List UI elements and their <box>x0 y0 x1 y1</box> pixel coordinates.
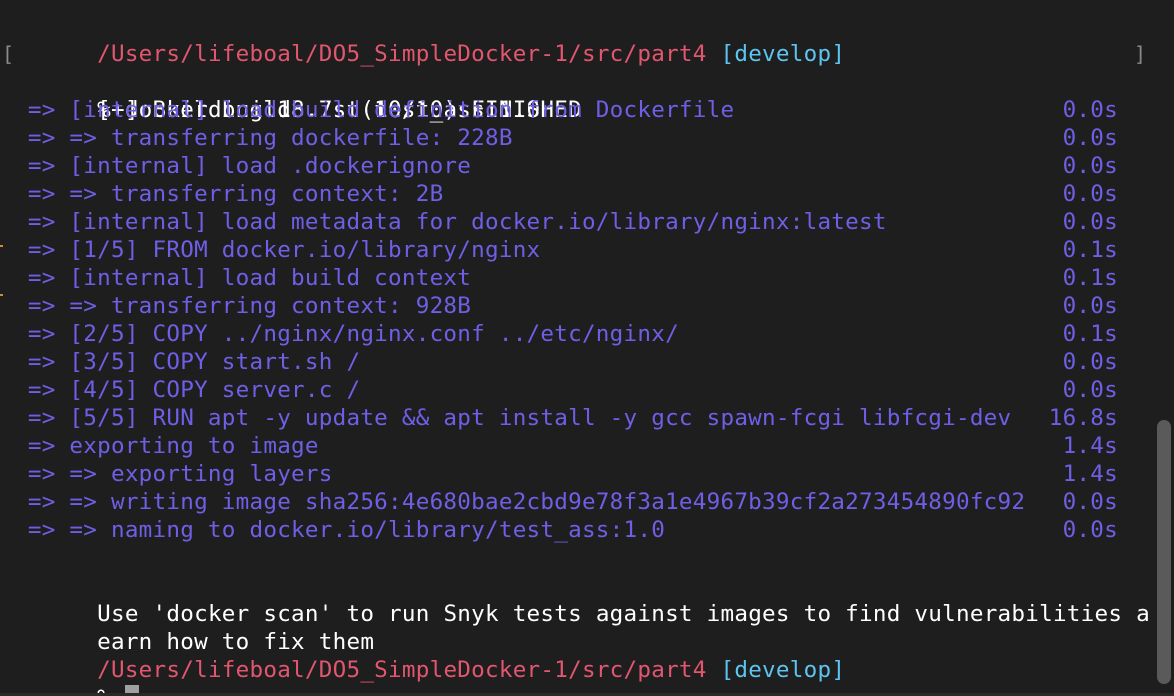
build-step-row: => => exporting layers 1.4s <box>14 460 1144 488</box>
build-step-row: => [3/5] COPY start.sh / 0.0s <box>14 348 1144 376</box>
left-edge-marker <box>0 245 3 247</box>
build-step-time: 16.8s <box>1048 405 1118 431</box>
build-step-time: 0.0s <box>1062 489 1118 515</box>
prompt-line: /Users/lifeboal/DO5_SimpleDocker-1/src/p… <box>14 12 1144 67</box>
build-step-time: 0.0s <box>1062 293 1118 319</box>
build-step-time: 0.0s <box>1062 153 1118 179</box>
build-step-text: => [internal] load build context <box>14 265 472 291</box>
terminal-window[interactable]: /Users/lifeboal/DO5_SimpleDocker-1/src/p… <box>0 0 1174 696</box>
build-step-row: => [4/5] COPY server.c / 0.0s <box>14 376 1144 404</box>
build-step-text: => [4/5] COPY server.c / <box>14 377 361 403</box>
terminal-output: /Users/lifeboal/DO5_SimpleDocker-1/src/p… <box>2 12 1174 696</box>
build-step-row: => => transferring dockerfile: 228B 0.0s <box>14 124 1144 152</box>
build-step-time: 1.4s <box>1062 433 1118 459</box>
build-step-time: 0.0s <box>1062 97 1118 123</box>
prompt-line: /Users/lifeboal/DO5_SimpleDocker-1/src/p… <box>14 628 1144 683</box>
build-step-row: => => transferring context: 2B 0.0s <box>14 180 1144 208</box>
build-step-time: 0.0s <box>1062 517 1118 543</box>
build-step-row: => => naming to docker.io/library/test_a… <box>14 516 1144 544</box>
build-step-row: => [internal] load metadata for docker.i… <box>14 208 1144 236</box>
build-steps-list: => [internal] load build definition from… <box>14 96 1144 544</box>
build-step-text: => [1/5] FROM docker.io/library/nginx <box>14 237 541 263</box>
left-edge-marker <box>0 294 3 296</box>
build-step-text: => => naming to docker.io/library/test_a… <box>14 517 666 543</box>
build-step-row: => [2/5] COPY ../nginx/nginx.conf ../etc… <box>14 320 1144 348</box>
build-step-row: => [1/5] FROM docker.io/library/nginx 0.1… <box>14 236 1144 264</box>
build-step-time: 1.4s <box>1062 461 1118 487</box>
input-line[interactable]: % <box>14 656 1144 696</box>
build-step-text: => => exporting layers <box>14 461 333 487</box>
build-step-time: 0.0s <box>1062 377 1118 403</box>
scan-message-line: earn how to fix them <box>14 600 1144 655</box>
build-step-text: => [internal] load build definition from… <box>14 97 735 123</box>
build-step-text: => [5/5] RUN apt -y update && apt instal… <box>14 405 1012 431</box>
command-line: [ % docker build . -t test_ass:1.0 ] <box>2 40 1147 123</box>
build-step-time: 0.0s <box>1062 209 1118 235</box>
build-step-time: 0.1s <box>1062 265 1118 291</box>
build-step-text: => => writing image sha256:4e680bae2cbd9… <box>14 489 1026 515</box>
build-step-text: => [internal] load metadata for docker.i… <box>14 209 887 235</box>
build-step-row: => [5/5] RUN apt -y update && apt instal… <box>14 404 1144 432</box>
build-header: [+] Building 18.7s (10/10) FINISHED <box>14 68 1144 123</box>
selection-bracket-left: [ <box>2 42 15 66</box>
build-step-time: 0.0s <box>1062 125 1118 151</box>
build-step-time: 0.1s <box>1062 321 1118 347</box>
build-step-text: => => transferring dockerfile: 228B <box>14 125 513 151</box>
build-step-row: => => transferring context: 928B 0.0s <box>14 292 1144 320</box>
scan-message-line: Use 'docker scan' to run Snyk tests agai… <box>14 572 1174 627</box>
build-step-time: 0.0s <box>1062 181 1118 207</box>
build-step-time: 0.0s <box>1062 349 1118 375</box>
build-step-row: => [internal] load build context 0.1s <box>14 264 1144 292</box>
build-step-text: => [3/5] COPY start.sh / <box>14 349 361 375</box>
scrollbar-thumb[interactable] <box>1157 420 1171 684</box>
build-step-row: => [internal] load .dockerignore 0.0s <box>14 152 1144 180</box>
build-step-text: => => transferring context: 928B <box>14 293 472 319</box>
build-step-row: => [internal] load build definition from… <box>14 96 1144 124</box>
build-step-text: => [internal] load .dockerignore <box>14 153 472 179</box>
build-step-text: => => transferring context: 2B <box>14 181 444 207</box>
scrollbar[interactable] <box>1152 0 1174 696</box>
build-step-text: => [2/5] COPY ../nginx/nginx.conf ../etc… <box>14 321 679 347</box>
build-step-text: => exporting to image <box>14 433 319 459</box>
selection-bracket-right: ] <box>1134 42 1147 66</box>
build-step-row: => => writing image sha256:4e680bae2cbd9… <box>14 488 1144 516</box>
build-step-time: 0.1s <box>1062 237 1118 263</box>
build-step-row: => exporting to image 1.4s <box>14 432 1144 460</box>
